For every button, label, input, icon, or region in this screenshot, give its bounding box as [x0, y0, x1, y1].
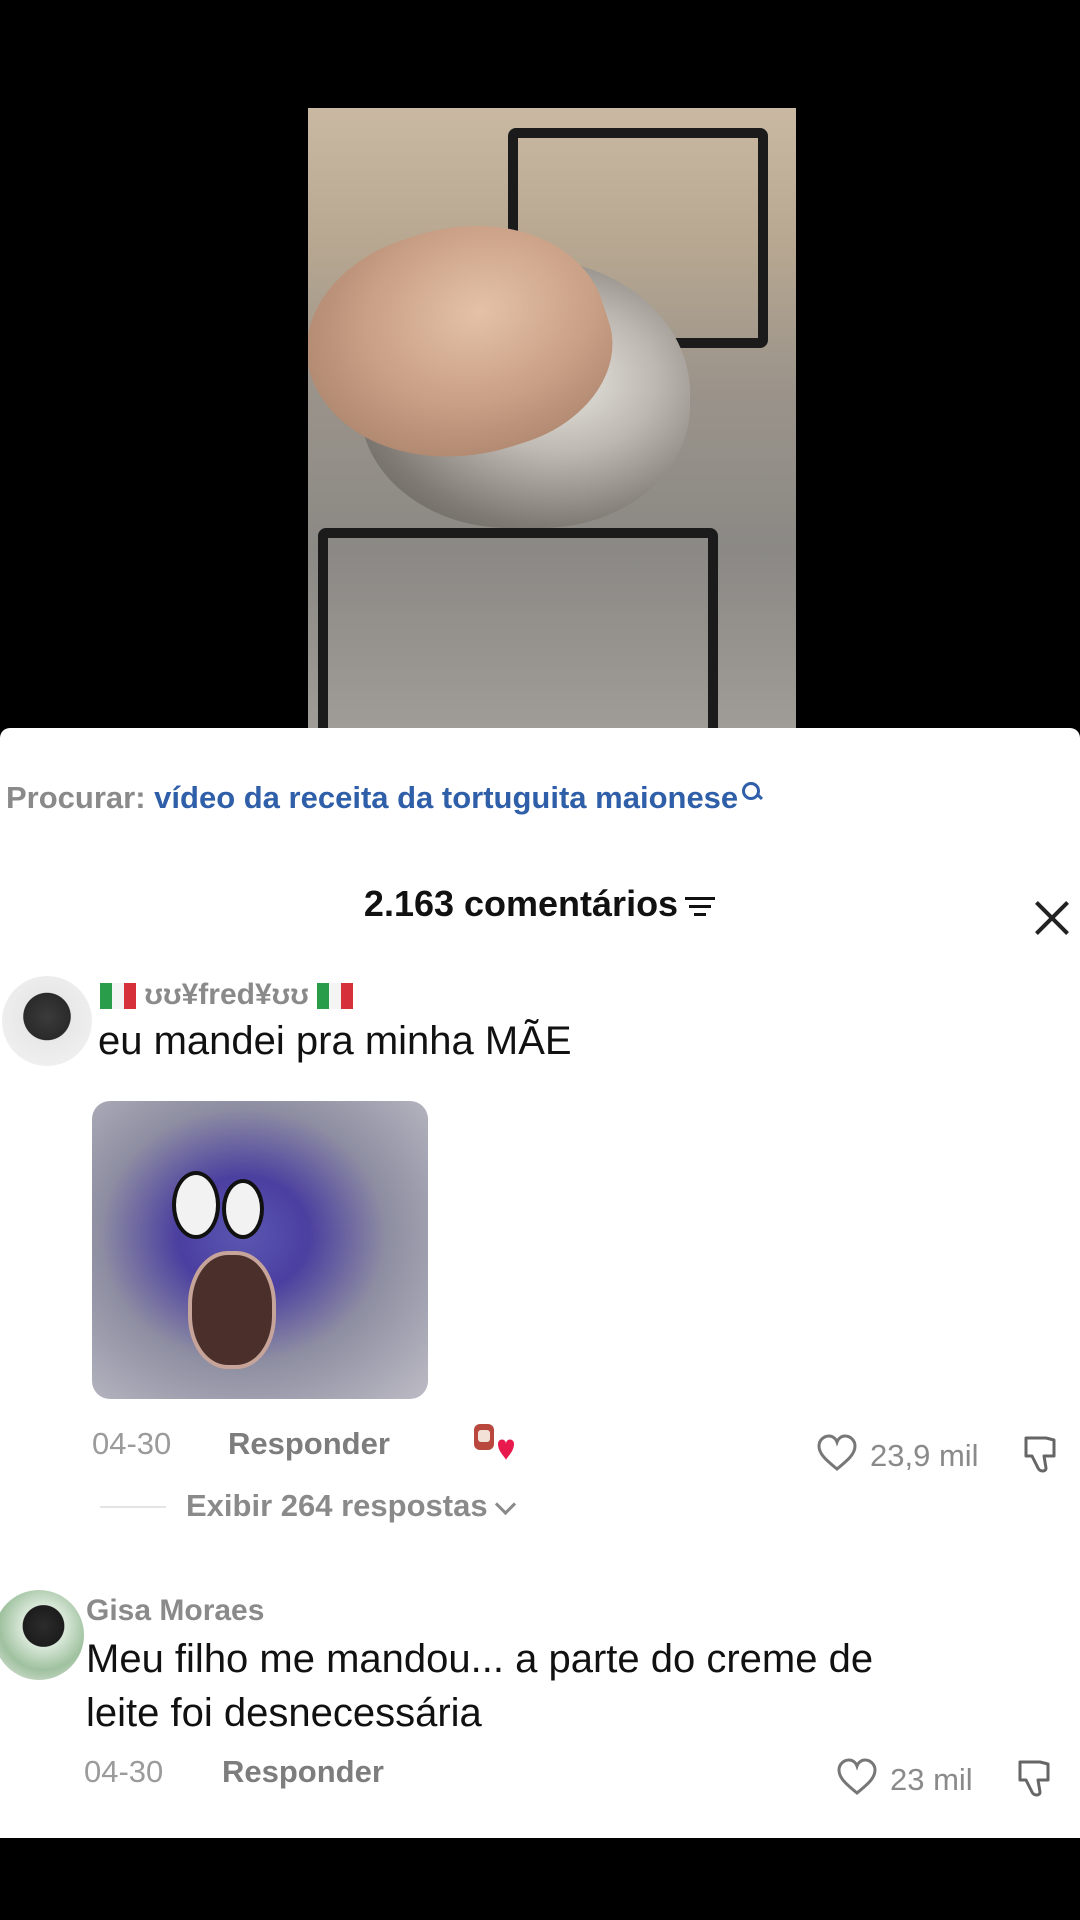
chevron-down-icon [494, 1493, 516, 1516]
gif-mouth [188, 1251, 276, 1369]
comment-item: ʊʊ¥fred¥ʊʊ eu mandei pra minha MÃE 04-30… [0, 976, 1080, 1523]
avatar[interactable] [0, 1590, 84, 1680]
italy-flag-icon [100, 983, 136, 1010]
like-count: 23 mil [890, 1762, 973, 1797]
filter-icon[interactable] [684, 895, 716, 917]
gif-eye [222, 1179, 264, 1239]
comment-username[interactable]: Gisa Moraes [86, 1594, 264, 1628]
comments-sheet: Procurar: vídeo da receita da tortuguita… [0, 728, 1080, 1838]
creator-liked-icon [474, 1424, 514, 1460]
video-player[interactable] [0, 0, 1080, 740]
reply-button[interactable]: Responder [222, 1754, 384, 1790]
comments-count: 2.163 comentários [363, 883, 679, 924]
replies-divider [100, 1506, 166, 1508]
heart-icon[interactable] [816, 1434, 858, 1472]
dislike-icon[interactable] [1014, 1756, 1056, 1798]
comment-text-line: leite foi desnecessária [86, 1691, 482, 1735]
reply-button[interactable]: Responder [228, 1426, 390, 1462]
gif-eye [172, 1171, 220, 1239]
comment-text: eu mandei pra minha MÃE [98, 1019, 572, 1063]
comment-item: Gisa Moraes Meu filho me mandou... a par… [0, 1586, 1080, 1846]
heart-icon[interactable] [836, 1758, 878, 1796]
avatar[interactable] [2, 976, 92, 1066]
search-query-link[interactable]: vídeo da receita da tortuguita maionese [154, 780, 738, 815]
stove-grate-lower [318, 528, 718, 740]
like-count: 23,9 mil [870, 1438, 979, 1473]
search-label: Procurar: [6, 780, 146, 815]
view-replies-button[interactable]: Exibir 264 respostas [186, 1488, 516, 1524]
close-icon[interactable] [1032, 898, 1072, 938]
comment-date: 04-30 [84, 1754, 164, 1789]
dislike-icon[interactable] [1020, 1432, 1062, 1474]
search-icon [742, 780, 762, 800]
comment-text: Meu filho me mandou... a parte do creme … [86, 1632, 873, 1740]
comment-username[interactable]: ʊʊ¥fred¥ʊʊ [100, 978, 354, 1012]
comments-header: 2.163 comentários [0, 883, 1080, 925]
comment-date: 04-30 [92, 1426, 172, 1461]
italy-flag-icon [317, 983, 354, 1010]
comment-text-line: Meu filho me mandou... a parte do creme … [86, 1637, 874, 1681]
video-frame-image [308, 108, 796, 740]
search-suggestion[interactable]: Procurar: vídeo da receita da tortuguita… [6, 780, 762, 816]
comment-gif-image[interactable] [92, 1101, 428, 1399]
